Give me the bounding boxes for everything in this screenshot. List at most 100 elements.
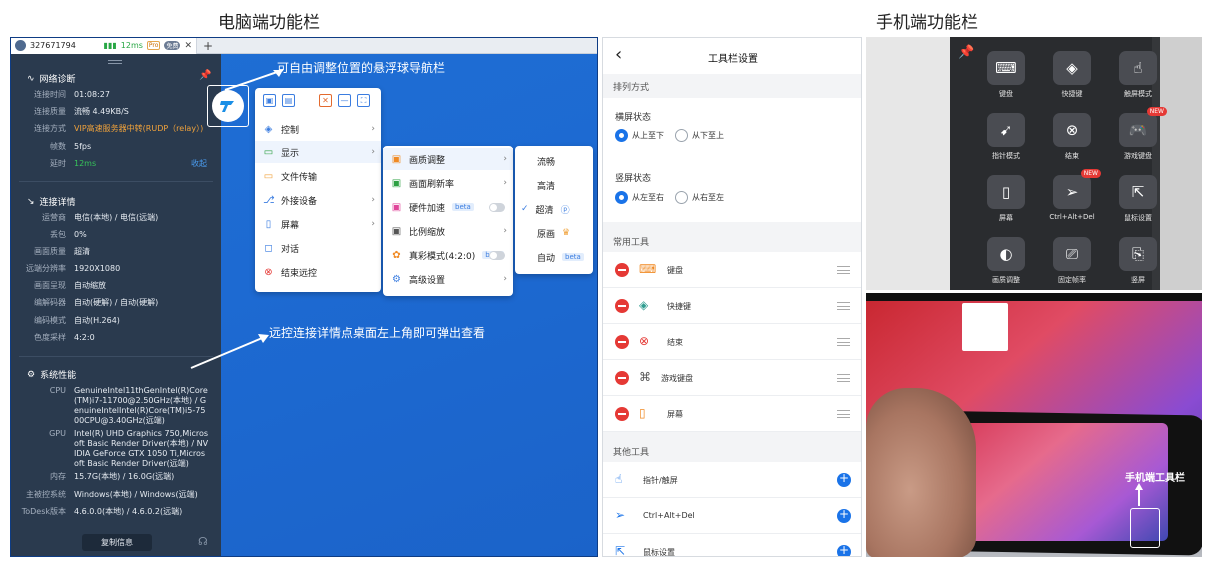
true-color-toggle[interactable]	[489, 250, 505, 260]
menu-item-display[interactable]: ▭ 显示 ›	[255, 141, 381, 163]
menu-item-file-transfer[interactable]: ▭ 文件传输	[255, 165, 381, 187]
list-item[interactable]: ⊗ 结束	[603, 324, 861, 360]
landscape-bottom-up-radio[interactable]: 从下至上	[675, 129, 724, 142]
mobile-tool-2[interactable]: ☝ 触屏模式	[1110, 45, 1166, 107]
menu-item-quality[interactable]: ▣ 画质调整 ›	[383, 148, 513, 170]
list-item[interactable]: ◈ 快捷键	[603, 288, 861, 324]
menu-item-refresh-rate[interactable]: ▣ 画面刷新率 ›	[383, 172, 513, 194]
list-item[interactable]: ➢ Ctrl+Alt+Del	[603, 498, 861, 534]
list-item[interactable]: ⌘ 游戏键盘	[603, 360, 861, 396]
screen-icon[interactable]: ▤	[282, 94, 295, 107]
gear-icon: ⚙	[27, 369, 36, 380]
tool-icon: ⇱	[1119, 175, 1157, 209]
remote-icon[interactable]: ▣	[263, 94, 276, 107]
desktop-caption: 电脑端功能栏	[218, 13, 320, 33]
mobile-toolbar-button[interactable]	[1130, 508, 1160, 548]
avatar	[15, 40, 26, 51]
quality-hd[interactable]: 高清	[515, 174, 593, 196]
mobile-tool-9[interactable]: ◐ 画质调整	[978, 231, 1034, 290]
tool-label: 鼠标设置	[1124, 214, 1152, 222]
mobile-tool-4[interactable]: ⊗ 结束	[1044, 107, 1100, 169]
mobile-tool-5[interactable]: 🎮 NEW 游戏键盘	[1110, 107, 1167, 169]
drag-handle-icon[interactable]	[837, 410, 850, 418]
copy-info-button[interactable]: 复制信息	[82, 534, 152, 551]
mobile-tool-7[interactable]: ➢ NEW Ctrl+Alt+Del	[1044, 169, 1101, 231]
quality-ultra[interactable]: ✓ 超清 ⓟ	[515, 198, 593, 220]
menu-item-end[interactable]: ⊗ 结束远控	[255, 261, 381, 283]
add-icon[interactable]	[837, 507, 851, 523]
list-item[interactable]: ⌨ 键盘	[603, 252, 861, 288]
mobile-tool-6[interactable]: ▯ 屏幕	[978, 169, 1034, 231]
tool-label: 指针模式	[992, 152, 1020, 160]
menu-item-scale[interactable]: ▣ 比例缩放 ›	[383, 220, 513, 242]
hw-accel-toggle[interactable]	[489, 202, 505, 212]
menu-item-devices[interactable]: ⎇ 外接设备 ›	[255, 189, 381, 211]
add-icon[interactable]	[837, 543, 851, 556]
mobile-tool-11[interactable]: ⎘ 竖屏	[1110, 231, 1166, 290]
quality-auto[interactable]: 自动 beta	[515, 246, 593, 268]
mouse-settings-icon: ⇱	[615, 544, 626, 557]
close-icon[interactable]: ✕	[184, 41, 192, 51]
hand-image	[866, 388, 976, 557]
remove-icon[interactable]	[615, 299, 629, 313]
portrait-left-right-radio[interactable]: 从左至右	[615, 191, 664, 204]
portrait-right-left-radio[interactable]: 从右至左	[675, 191, 724, 204]
drag-handle-icon[interactable]	[837, 302, 850, 310]
remove-icon[interactable]	[615, 335, 629, 349]
pin-icon[interactable]: 📌	[199, 70, 211, 81]
new-badge: NEW	[1146, 107, 1167, 116]
add-tab-icon[interactable]: +	[203, 39, 213, 53]
mute-icon[interactable]: ✕	[319, 94, 332, 107]
menu-item-chat[interactable]: ◻ 对话	[255, 237, 381, 259]
toolbar-settings-screen: ‹ 工具栏设置 排列方式 横屏状态 从上至下 从下至上 竖屏状态 从左至右 从右…	[602, 37, 862, 557]
list-item[interactable]: ⇱ 鼠标设置	[603, 534, 861, 557]
landscape-top-down-radio[interactable]: 从上至下	[615, 129, 664, 142]
signal-icon: ▮▮▮	[103, 41, 117, 50]
tool-icon: ➢ NEW	[1053, 169, 1101, 209]
quality-smooth[interactable]: 流畅	[515, 150, 593, 172]
tool-label: 游戏键盘	[1124, 152, 1152, 160]
remove-icon[interactable]	[615, 371, 629, 385]
remove-icon[interactable]	[615, 263, 629, 277]
fullscreen-icon[interactable]: ⛶	[357, 94, 370, 107]
tool-icon: 🎮 NEW	[1119, 107, 1167, 147]
connection-info-panel: 📌 ∿ 网络诊断 连接时间 01:08:27 连接质量 流畅 4.49KB/S 连接方…	[11, 54, 221, 556]
remove-icon[interactable]	[615, 407, 629, 421]
tool-icon: ⊗	[1053, 113, 1091, 147]
mobile-toolbar-label: 手机端工具栏	[1125, 473, 1185, 484]
menu-item-advanced[interactable]: ⚙ 高级设置 ›	[383, 268, 513, 290]
pulse-icon: ∿	[27, 73, 35, 84]
mobile-tool-10[interactable]: ⎚ 固定帧率	[1044, 231, 1100, 290]
minimize-icon[interactable]: —	[338, 94, 351, 107]
drag-handle-icon[interactable]	[837, 374, 850, 382]
headset-icon[interactable]: ☊	[198, 535, 208, 548]
mobile-tool-1[interactable]: ◈ 快捷键	[1044, 45, 1100, 107]
shortcut-icon: ◈	[639, 298, 649, 312]
mobile-tool-0[interactable]: ⌨ 键盘	[978, 45, 1034, 107]
drag-handle-icon[interactable]	[837, 338, 850, 346]
quality-original[interactable]: 原画 ♛	[515, 222, 593, 244]
header: ‹ 工具栏设置	[603, 38, 861, 74]
drag-handle-icon[interactable]	[837, 266, 850, 274]
quality-submenu: 流畅 高清 ✓ 超清 ⓟ 原画 ♛ 自动 beta	[515, 146, 593, 274]
add-icon[interactable]	[837, 471, 851, 487]
pin-icon[interactable]: 📌	[958, 45, 974, 60]
session-tab[interactable]: 327671794 ▮▮▮ 12ms Pro 免费 ✕	[11, 38, 197, 54]
mobile-tool-3[interactable]: ➹ 指针模式	[978, 107, 1034, 169]
portrait-label: 竖屏状态	[615, 174, 652, 184]
list-item[interactable]: ▯ 屏幕	[603, 396, 861, 432]
menu-item-control[interactable]: ◈ 控制 ›	[255, 118, 381, 140]
menu-item-hw-accel[interactable]: ▣ 硬件加速 beta	[383, 196, 513, 218]
link-icon: ↘	[27, 196, 35, 207]
list-item[interactable]: ☝ 指针/触屏	[603, 462, 861, 498]
mobile-tool-8[interactable]: ⇱ 鼠标设置	[1110, 169, 1166, 231]
crown-icon: ♛	[562, 228, 571, 238]
menu-item-screen[interactable]: ▯ 屏幕 ›	[255, 213, 381, 235]
collapse-link[interactable]: 收起	[191, 159, 207, 169]
document-background	[866, 37, 950, 290]
drag-handle-icon[interactable]	[108, 60, 122, 64]
tool-icon: ⌨	[987, 51, 1025, 85]
mobile-caption: 手机端功能栏	[876, 13, 978, 33]
tool-icon: ⎘	[1119, 237, 1157, 271]
menu-item-true-color[interactable]: ✿真彩模式(4:2:0)beta	[383, 244, 513, 266]
